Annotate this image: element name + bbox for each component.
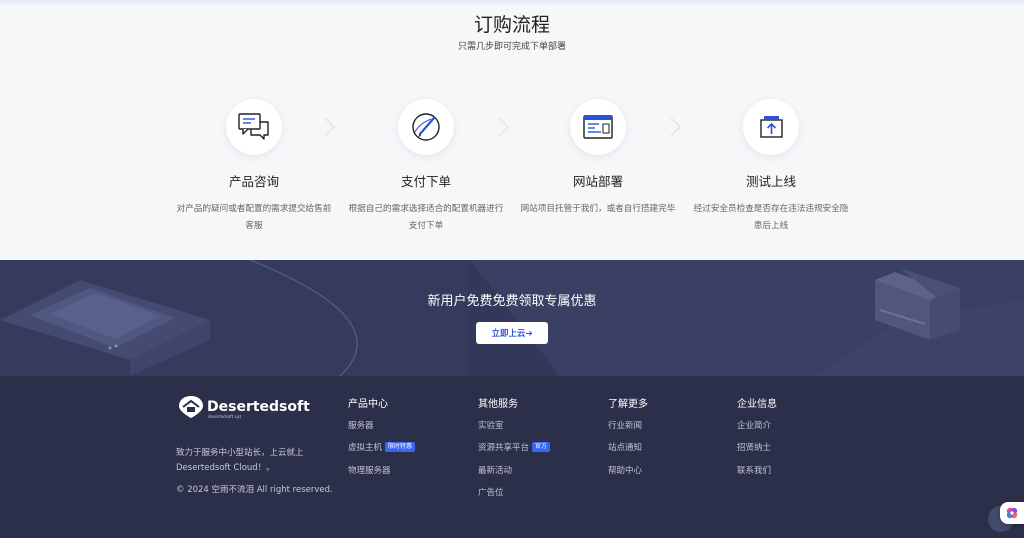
footer-column-products: 产品中心 服务器 虚拟主机 限时特惠 物理服务器	[348, 395, 416, 477]
footer-link-industry-news[interactable]: 行业新闻	[608, 418, 648, 432]
footer-link-physical-servers[interactable]: 物理服务器	[348, 463, 415, 477]
site-footer: Desertedsoft desertedsoft.xyz 致力于服务中小型站长…	[0, 376, 1024, 538]
assistant-flower-icon	[1006, 507, 1018, 519]
chat-bubbles-icon	[238, 113, 269, 140]
step-site-deploy: 网站部署 网站项目托管于我们，或者自行搭建完毕	[514, 99, 682, 218]
column-title: 产品中心	[348, 399, 388, 410]
chevron-right-icon	[324, 117, 336, 137]
footer-column-learn-more: 了解更多 行业新闻 站点通知 帮助中心	[608, 395, 648, 477]
logo-text: Desertedsoft	[207, 399, 310, 415]
step-description: 根据自己的需求选择适合的配置机器进行支付下单	[348, 204, 504, 231]
step-payment-order: 支付下单 根据自己的需求选择适合的配置机器进行支付下单	[342, 99, 510, 235]
footer-link-resource-sharing[interactable]: 资源共享平台 官方	[478, 440, 551, 454]
step-icon-circle	[398, 99, 454, 155]
footer-link-ad-space[interactable]: 广告位	[478, 485, 550, 499]
column-title: 企业信息	[737, 399, 777, 410]
footer-link-help-center[interactable]: 帮助中心	[608, 463, 648, 477]
cloud-now-button[interactable]: 立即上云➔	[476, 322, 548, 344]
step-name: 网站部署	[572, 174, 623, 189]
step-name: 产品咨询	[228, 174, 279, 189]
logo-mark-icon	[179, 396, 203, 418]
step-name: 支付下单	[400, 174, 451, 189]
footer-link-latest-events[interactable]: 最新活动	[478, 463, 550, 477]
footer-link-lab[interactable]: 实验室	[478, 418, 550, 432]
order-process-section: 订购流程 只需几步即可完成下单部署 产品咨询 对产品的疑问或者配置的需求提交给售…	[0, 0, 1024, 260]
footer-link-servers[interactable]: 服务器	[348, 418, 415, 432]
brand-logo[interactable]: Desertedsoft desertedsoft.xyz	[178, 395, 310, 419]
footer-link-company-intro[interactable]: 企业简介	[737, 418, 777, 432]
footer-link-careers[interactable]: 招贤纳士	[737, 440, 777, 454]
footer-link-virtual-host[interactable]: 虚拟主机 限时特惠	[348, 440, 416, 454]
step-test-launch: 测试上线 经过安全员检查是否存在违法违规安全隐患后上线	[687, 99, 855, 235]
footer-link-site-notices[interactable]: 站点通知	[608, 440, 648, 454]
chevron-right-icon	[670, 117, 682, 137]
footer-link-contact-us[interactable]: 联系我们	[737, 463, 777, 477]
footer-column-other-services: 其他服务 实验室 资源共享平台 官方 最新活动 广告位	[478, 395, 551, 499]
browser-window-icon	[583, 115, 613, 139]
step-description: 经过安全员检查是否存在违法违规安全隐患后上线	[693, 204, 849, 231]
section-subtitle: 只需几步即可完成下单部署	[457, 42, 566, 52]
compass-pen-icon	[412, 113, 440, 141]
logo-domain: desertedsoft.xyz	[208, 414, 242, 419]
step-icon-circle	[570, 99, 626, 155]
step-icon-circle	[226, 99, 282, 155]
official-badge: 官方	[532, 442, 551, 452]
upload-box-icon	[760, 116, 783, 138]
footer-column-company-info: 企业信息 企业简介 招贤纳士 联系我们	[737, 395, 777, 477]
chevron-right-icon	[498, 117, 510, 137]
new-user-promo-banner: 新用户免费免费领取专属优惠 立即上云➔	[0, 260, 1024, 376]
promo-title: 新用户免费免费领取专属优惠	[427, 294, 597, 309]
footer-slogan: 致力于服务中小型站长，上云就上Desertedsoft Cloud！。	[176, 448, 304, 473]
section-title: 订购流程	[473, 14, 550, 36]
promo-background-illustration	[0, 260, 1024, 376]
step-description: 对产品的疑问或者配置的需求提交给售前客服	[176, 204, 332, 231]
column-title: 了解更多	[608, 399, 648, 410]
step-description: 网站项目托管于我们，或者自行搭建完毕	[520, 204, 676, 214]
copyright-text: © 2024 空雨不流泪 All right reserved.	[176, 485, 333, 495]
promo-badge: 限时特惠	[385, 442, 416, 452]
step-name: 测试上线	[745, 174, 796, 189]
floating-assistant-button[interactable]	[1000, 502, 1024, 524]
column-title: 其他服务	[478, 399, 518, 410]
step-icon-circle	[743, 99, 799, 155]
step-product-consult: 产品咨询 对产品的疑问或者配置的需求提交给售前客服	[170, 99, 338, 235]
